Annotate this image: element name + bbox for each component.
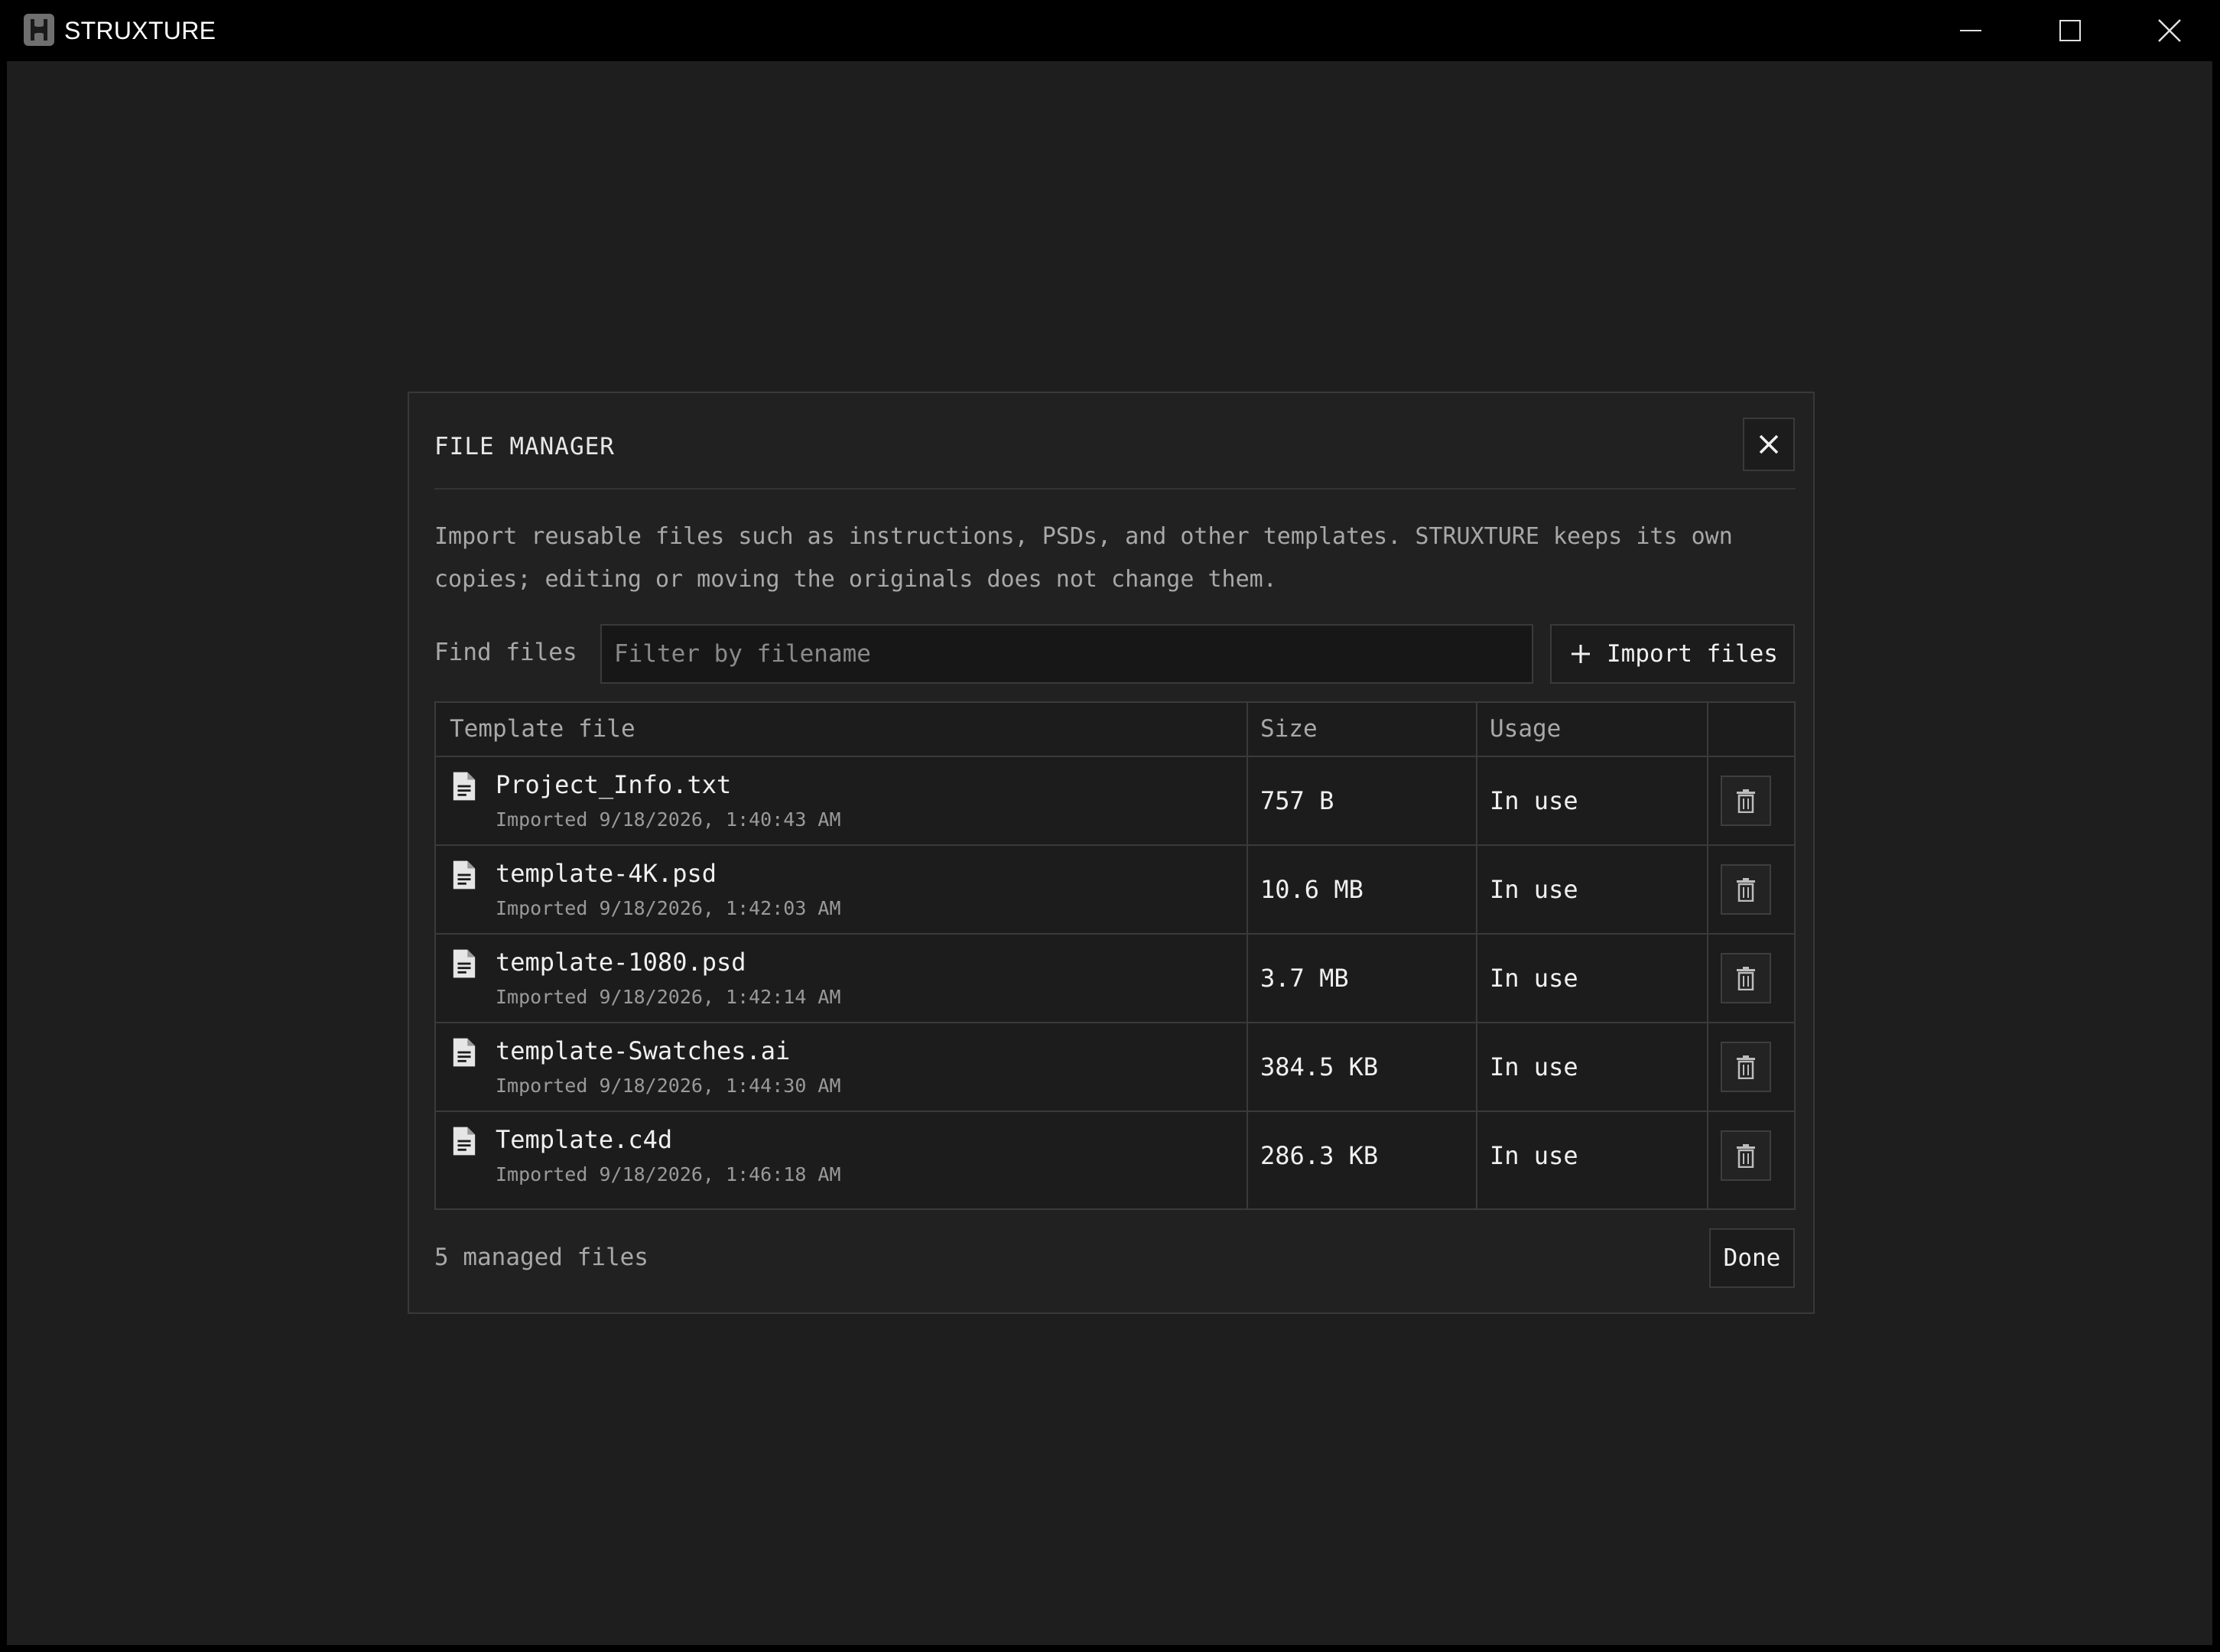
file-usage: In use	[1490, 786, 1578, 815]
dialog-title: FILE MANAGER	[434, 433, 615, 460]
column-header-usage[interactable]: Usage	[1476, 703, 1707, 756]
maximize-icon	[2059, 20, 2081, 41]
trash-icon	[1737, 1055, 1755, 1079]
table-header: Template file Size Usage	[436, 703, 1794, 757]
file-size: 286.3 KB	[1260, 1141, 1379, 1170]
document-icon	[453, 1127, 476, 1156]
trash-icon	[1737, 967, 1755, 990]
usage-cell: In use	[1476, 757, 1707, 844]
dialog-description: Import reusable files such as instructio…	[434, 523, 1733, 593]
usage-cell: In use	[1476, 846, 1707, 933]
column-header-file[interactable]: Template file	[436, 703, 1247, 756]
column-header-actions	[1707, 703, 1794, 756]
file-usage: In use	[1490, 875, 1578, 904]
file-cell: template-Swatches.ai Imported 9/18/2026,…	[436, 1023, 1247, 1111]
close-icon	[1759, 434, 1779, 454]
file-manager-dialog: FILE MANAGER Import reusable files such …	[408, 392, 1815, 1314]
app-title: STRUXTURE	[64, 17, 216, 44]
trash-icon	[1737, 789, 1755, 813]
action-cell	[1707, 1023, 1794, 1111]
maximize-button[interactable]	[2020, 0, 2120, 61]
delete-button[interactable]	[1721, 1042, 1771, 1092]
delete-button[interactable]	[1721, 953, 1771, 1003]
file-name: Template.c4d	[496, 1125, 673, 1154]
import-files-label: Import files	[1607, 640, 1778, 668]
size-cell: 10.6 MB	[1247, 846, 1476, 933]
file-cell: Project_Info.txt Imported 9/18/2026, 1:4…	[436, 757, 1247, 844]
file-usage: In use	[1490, 1052, 1578, 1081]
close-icon	[2158, 19, 2181, 42]
usage-cell: In use	[1476, 935, 1707, 1022]
document-icon	[453, 772, 476, 801]
minimize-button[interactable]	[1921, 0, 2020, 61]
find-files-label: Find files	[434, 639, 577, 666]
trash-icon	[1737, 878, 1755, 902]
import-files-button[interactable]: Import files	[1550, 624, 1795, 684]
managed-files-count: 5 managed files	[434, 1244, 648, 1271]
size-cell: 757 B	[1247, 757, 1476, 844]
file-cell: template-1080.psd Imported 9/18/2026, 1:…	[436, 935, 1247, 1022]
size-cell: 286.3 KB	[1247, 1112, 1476, 1199]
file-imported-date: Imported 9/18/2026, 1:42:14 AM	[496, 986, 841, 1008]
file-name: template-1080.psd	[496, 948, 746, 977]
file-size: 3.7 MB	[1260, 964, 1349, 993]
table-row[interactable]: Project_Info.txt Imported 9/18/2026, 1:4…	[436, 757, 1794, 846]
file-size: 757 B	[1260, 786, 1334, 815]
table-row[interactable]: template-Swatches.ai Imported 9/18/2026,…	[436, 1023, 1794, 1112]
file-usage: In use	[1490, 964, 1578, 993]
file-imported-date: Imported 9/18/2026, 1:44:30 AM	[496, 1075, 841, 1097]
file-usage: In use	[1490, 1141, 1578, 1170]
title-bar[interactable]: STRUXTURE	[7, 0, 2212, 61]
file-cell: Template.c4d Imported 9/18/2026, 1:46:18…	[436, 1112, 1247, 1199]
minimize-icon	[1960, 30, 1981, 31]
files-table: Template file Size Usage Project_Info.tx…	[434, 701, 1796, 1210]
file-cell: template-4K.psd Imported 9/18/2026, 1:42…	[436, 846, 1247, 933]
file-name: template-Swatches.ai	[496, 1036, 791, 1065]
document-icon	[453, 1038, 476, 1067]
usage-cell: In use	[1476, 1023, 1707, 1111]
dialog-close-button[interactable]	[1743, 418, 1795, 471]
table-row[interactable]: template-4K.psd Imported 9/18/2026, 1:42…	[436, 846, 1794, 935]
file-imported-date: Imported 9/18/2026, 1:46:18 AM	[496, 1163, 841, 1185]
file-imported-date: Imported 9/18/2026, 1:42:03 AM	[496, 897, 841, 919]
file-name: Project_Info.txt	[496, 770, 732, 799]
action-cell	[1707, 846, 1794, 933]
trash-icon	[1737, 1144, 1755, 1168]
app-window: STRUXTURE FILE MANAGER Import reusable f…	[7, 0, 2212, 1645]
table-row[interactable]: template-1080.psd Imported 9/18/2026, 1:…	[436, 935, 1794, 1023]
document-icon	[453, 949, 476, 978]
file-name: template-4K.psd	[496, 859, 717, 888]
document-icon	[453, 860, 476, 889]
file-imported-date: Imported 9/18/2026, 1:40:43 AM	[496, 808, 841, 831]
usage-cell: In use	[1476, 1112, 1707, 1199]
action-cell	[1707, 1112, 1794, 1199]
filter-input[interactable]	[600, 624, 1533, 684]
done-button[interactable]: Done	[1709, 1228, 1795, 1288]
file-size: 384.5 KB	[1260, 1052, 1379, 1081]
action-cell	[1707, 757, 1794, 844]
file-size: 10.6 MB	[1260, 875, 1364, 904]
delete-button[interactable]	[1721, 864, 1771, 915]
plus-icon	[1570, 643, 1591, 665]
size-cell: 384.5 KB	[1247, 1023, 1476, 1111]
action-cell	[1707, 935, 1794, 1022]
column-header-size[interactable]: Size	[1247, 703, 1476, 756]
delete-button[interactable]	[1721, 1130, 1771, 1181]
table-row[interactable]: Template.c4d Imported 9/18/2026, 1:46:18…	[436, 1112, 1794, 1201]
divider	[434, 488, 1796, 489]
delete-button[interactable]	[1721, 776, 1771, 826]
window-close-button[interactable]	[2120, 0, 2219, 61]
struxture-logo-icon	[24, 14, 54, 46]
size-cell: 3.7 MB	[1247, 935, 1476, 1022]
